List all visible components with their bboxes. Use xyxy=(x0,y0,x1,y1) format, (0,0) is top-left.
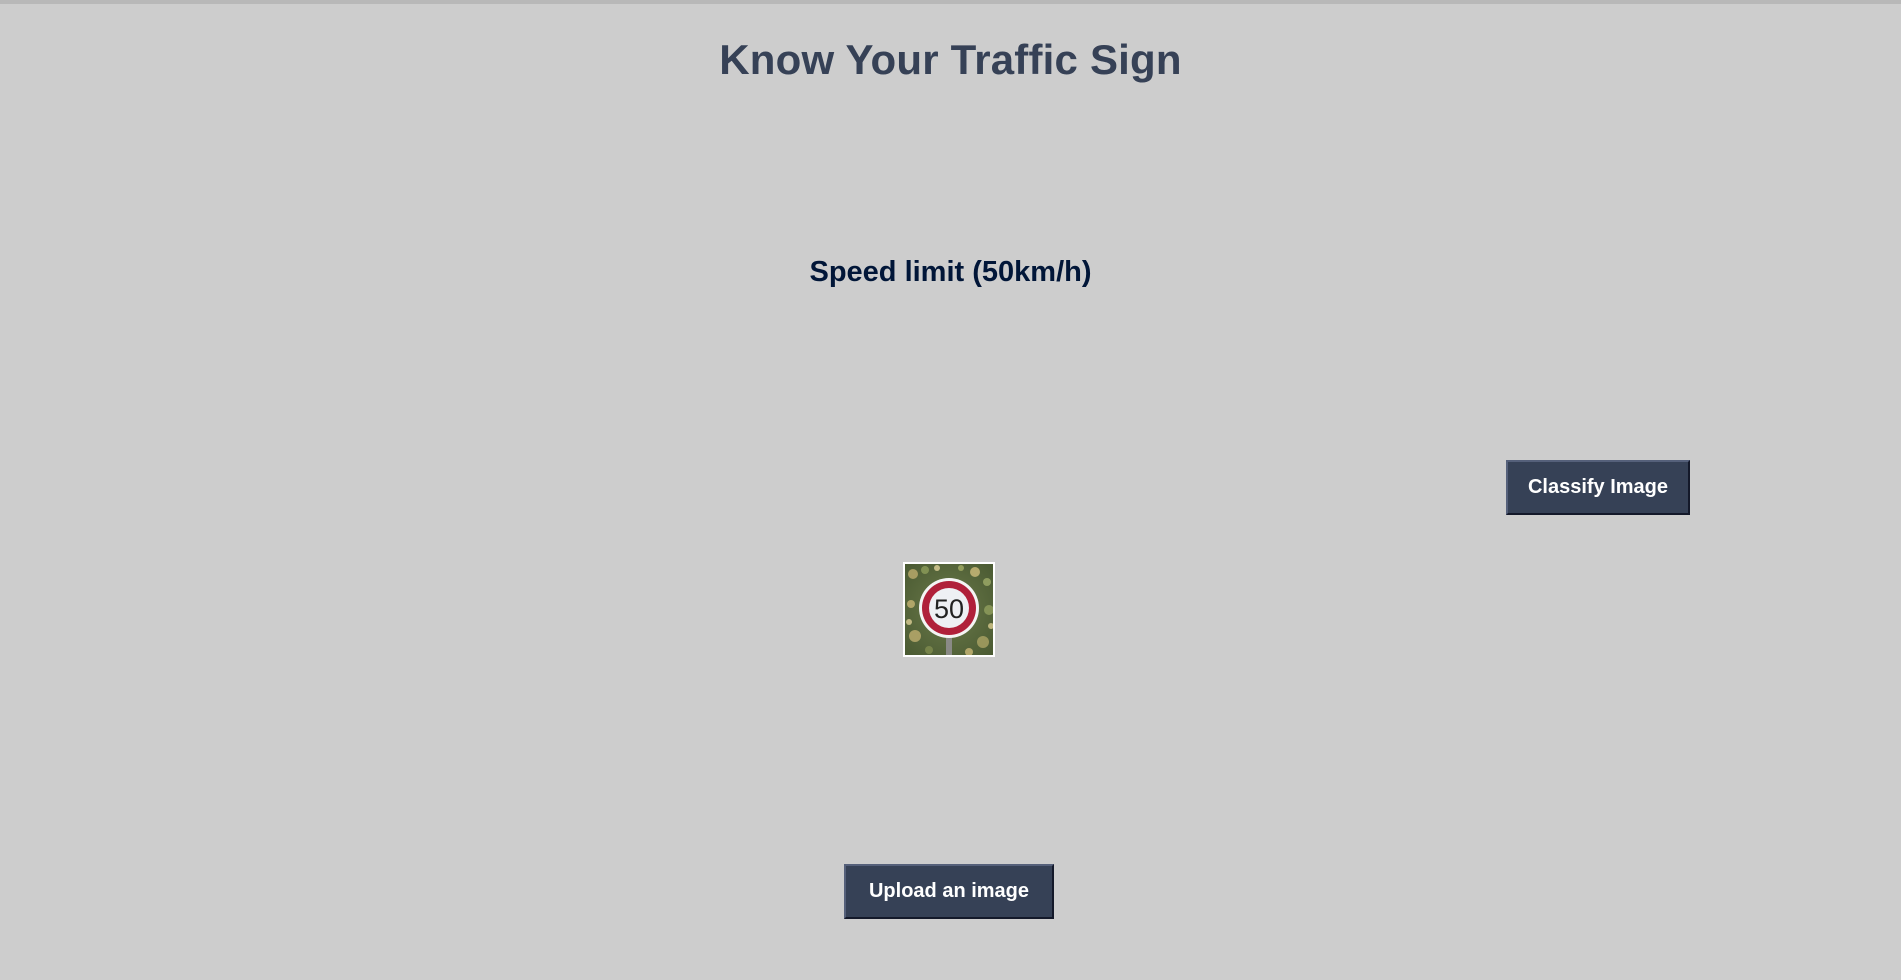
speed-limit-sign-icon: 50 xyxy=(905,564,993,655)
classification-result-label: Speed limit (50km/h) xyxy=(809,256,1092,288)
page-title: Know Your Traffic Sign xyxy=(719,36,1182,83)
upload-image-button[interactable]: Upload an image xyxy=(844,864,1054,919)
uploaded-image-preview: 50 xyxy=(903,562,995,657)
classify-image-button[interactable]: Classify Image xyxy=(1506,460,1690,515)
sign-number: 50 xyxy=(934,594,964,624)
